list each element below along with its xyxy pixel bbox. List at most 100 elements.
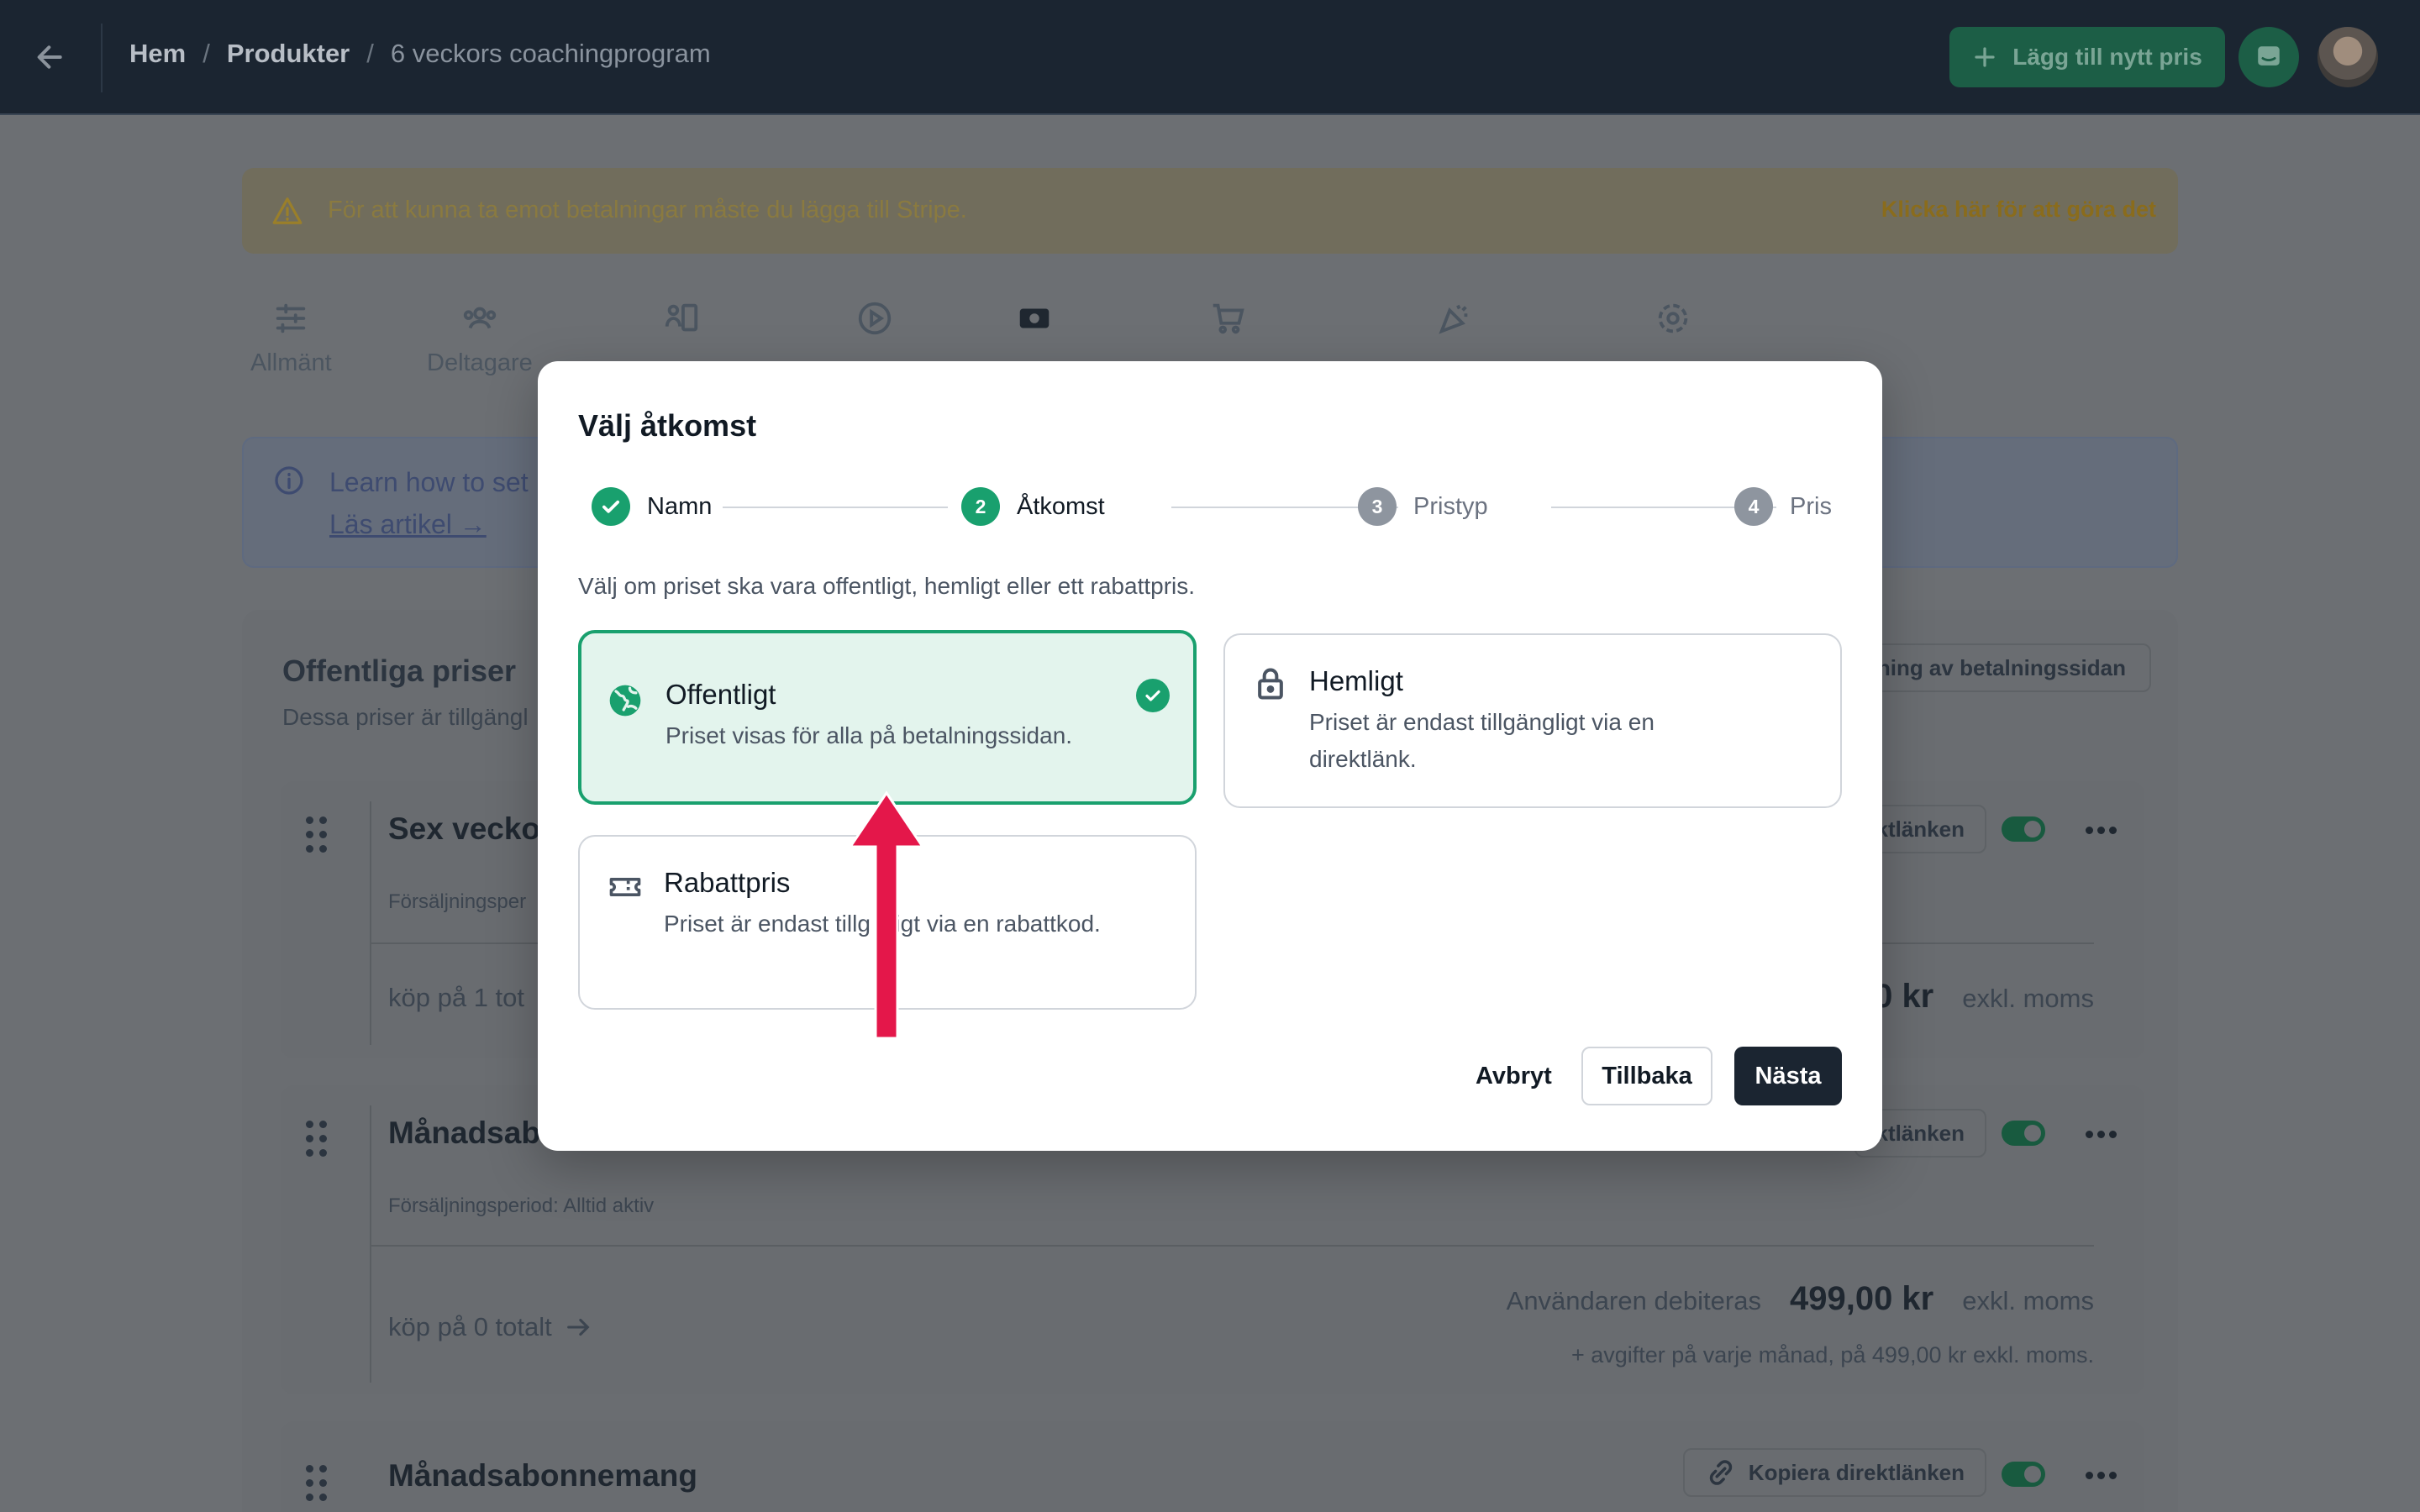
sliders-icon	[276, 303, 306, 333]
check-icon	[592, 487, 630, 526]
more-options-icon[interactable]	[2086, 822, 2119, 838]
option-title: Offentligt	[666, 679, 776, 710]
money-icon	[1019, 308, 1050, 328]
price-card: Månadsabonnemang Kopiera direktlänken	[281, 1421, 2144, 1512]
tab-pricing[interactable]	[1015, 299, 1054, 338]
active-toggle[interactable]	[2002, 1121, 2045, 1146]
step-price-type: 3 Pristyp	[1358, 487, 1488, 526]
breadcrumb-products[interactable]: Produkter	[227, 39, 350, 69]
link-icon	[1709, 1460, 1732, 1485]
option-secret[interactable]: Hemligt Priset är endast tillgängligt vi…	[1223, 633, 1842, 808]
breadcrumb: Hem / Produkter / 6 veckors coachingprog…	[129, 39, 711, 69]
price-amount: 499,00 kr	[1789, 1280, 1934, 1317]
step-number: 4	[1734, 487, 1773, 526]
party-icon	[1439, 304, 1468, 334]
copy-direct-link-button[interactable]: Kopiera direktlänken	[1682, 1448, 1986, 1497]
tax-label: exkl. moms	[1962, 984, 2094, 1013]
top-bar: Hem / Produkter / 6 veckors coachingprog…	[0, 0, 2420, 115]
breadcrumb-current: 6 veckors coachingprogram	[390, 39, 711, 68]
active-toggle[interactable]	[2002, 816, 2045, 842]
annotation-arrow-icon	[849, 790, 924, 1040]
info-icon	[275, 466, 303, 495]
price-charge: Användaren debiteras 499,00 kr exkl. mom…	[1507, 1280, 2094, 1318]
step-label: Åtkomst	[1017, 492, 1105, 520]
tab-celebration[interactable]	[1435, 299, 1474, 338]
option-title: Hemligt	[1309, 665, 1403, 696]
chat-icon	[2258, 46, 2280, 66]
tab-pages[interactable]	[662, 299, 701, 338]
option-title: Rabattpris	[664, 867, 791, 898]
stripe-warning-banner: För att kunna ta emot betalningar måste …	[242, 168, 2178, 254]
back-arrow-icon[interactable]	[27, 34, 74, 81]
lock-icon	[1258, 668, 1283, 700]
charge-label: Användaren debiteras	[1506, 1286, 1761, 1315]
price-title: Sex vecko	[388, 811, 541, 846]
dialog-description: Välj om priset ska vara offentligt, heml…	[578, 573, 1196, 599]
purchases-link[interactable]: köp på 1 tot	[388, 983, 524, 1013]
tab-content[interactable]	[855, 299, 894, 338]
plus-icon	[1975, 47, 1995, 67]
add-price-label: Lägg till nytt pris	[2012, 44, 2202, 70]
preview-checkout-button[interactable]: kning av betalningssidan	[1839, 643, 2151, 692]
step-label: Pristyp	[1413, 492, 1488, 520]
tab-label: Deltagare	[427, 349, 533, 376]
users-icon	[463, 307, 497, 329]
stepper: Namn 2 Åtkomst 3 Pristyp 4 Pris	[592, 487, 1832, 529]
ticket-icon	[609, 878, 641, 896]
more-options-icon[interactable]	[2086, 1126, 2119, 1142]
section-subtitle: Dessa priser är tillgängl	[282, 704, 529, 730]
option-description: Priset visas för alla på betalningssidan…	[666, 722, 1073, 748]
step-access: 2 Åtkomst	[961, 487, 1105, 526]
arrow-right-icon	[566, 1318, 590, 1336]
price-charge: 0 kr exkl. moms	[1874, 978, 2094, 1016]
warning-link[interactable]: Klicka här för att göra det	[1881, 197, 2156, 223]
price-title: Månadsabonnemang	[388, 1458, 697, 1493]
step-number: 3	[1358, 487, 1397, 526]
price-title: Månadsab	[388, 1116, 540, 1150]
dialog-title: Välj åtkomst	[578, 408, 757, 443]
more-options-icon[interactable]	[2086, 1467, 2119, 1483]
step-name: Namn	[592, 487, 712, 526]
choose-access-dialog: Välj åtkomst Namn 2 Åtkomst 3 Pristyp 4 …	[538, 361, 1882, 1151]
tax-label: exkl. moms	[1962, 1286, 2094, 1315]
cancel-button[interactable]: Avbryt	[1454, 1047, 1574, 1105]
gear-icon	[1658, 303, 1688, 333]
active-toggle[interactable]	[2002, 1462, 2045, 1487]
drag-handle-icon[interactable]	[306, 1465, 331, 1502]
tab-general[interactable]: Allmänt	[250, 299, 332, 377]
globe-icon	[609, 685, 641, 717]
step-label: Namn	[647, 492, 713, 520]
price-amount: 0 kr	[1874, 978, 1934, 1015]
back-button[interactable]: Tillbaka	[1581, 1047, 1712, 1105]
drag-handle-icon[interactable]	[306, 1121, 331, 1158]
play-icon	[858, 302, 892, 335]
sales-period: Försäljningsper	[388, 890, 527, 913]
step-price: 4 Pris	[1734, 487, 1832, 526]
fee-note: + avgifter på varje månad, på 499,00 kr …	[1570, 1342, 2094, 1368]
tab-participants[interactable]: Deltagare	[427, 299, 533, 377]
tab-settings[interactable]	[1654, 299, 1692, 338]
chat-button[interactable]	[2238, 27, 2299, 87]
read-article-link[interactable]: Läs artikel →	[329, 509, 487, 540]
tab-label: Allmänt	[250, 349, 332, 376]
next-button[interactable]: Nästa	[1734, 1047, 1842, 1105]
info-text: Learn how to set	[329, 467, 529, 497]
breadcrumb-home[interactable]: Hem	[129, 39, 186, 69]
tab-checkout[interactable]	[1208, 299, 1247, 338]
drag-handle-icon[interactable]	[306, 816, 331, 853]
pages-icon	[665, 303, 698, 332]
add-price-button[interactable]: Lägg till nytt pris	[1949, 27, 2225, 87]
step-label: Pris	[1790, 492, 1832, 520]
purchases-link[interactable]: köp på 0 totalt	[388, 1312, 592, 1342]
divider	[101, 24, 103, 92]
cart-icon	[1213, 303, 1244, 334]
warning-text: För att kunna ta emot betalningar måste …	[328, 197, 967, 223]
section-title: Offentliga priser	[282, 654, 517, 688]
step-number: 2	[961, 487, 1000, 526]
warning-icon	[272, 197, 302, 224]
avatar[interactable]	[2317, 27, 2378, 87]
option-public[interactable]: Offentligt Priset visas för alla på beta…	[578, 630, 1197, 805]
sales-period: Försäljningsperiod: Alltid aktiv	[388, 1194, 655, 1217]
selected-check-icon	[1136, 679, 1170, 712]
option-description: Priset är endast tillgängligt via en dir…	[1309, 709, 1655, 772]
